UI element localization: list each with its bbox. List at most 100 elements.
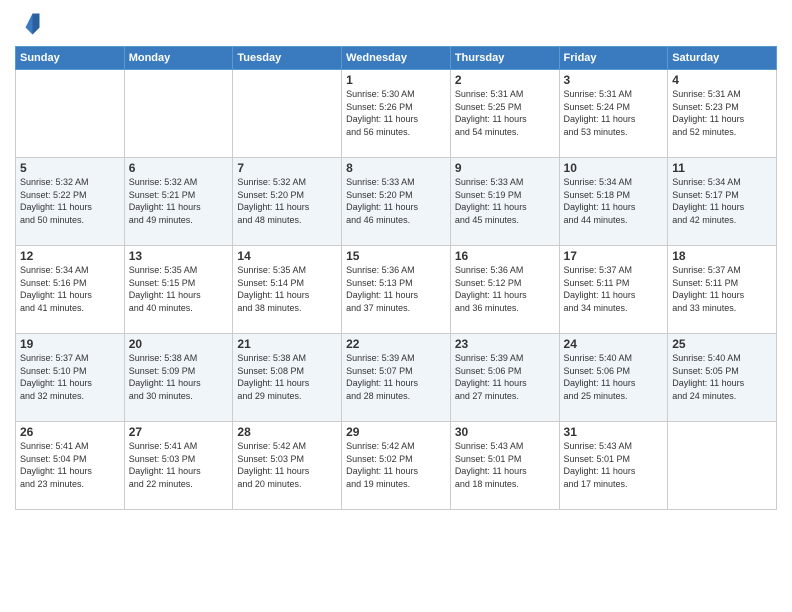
calendar-cell: 14Sunrise: 5:35 AM Sunset: 5:14 PM Dayli… (233, 246, 342, 334)
weekday-header-wednesday: Wednesday (342, 47, 451, 70)
day-number: 15 (346, 249, 446, 263)
day-number: 2 (455, 73, 555, 87)
weekday-header-row: SundayMondayTuesdayWednesdayThursdayFrid… (16, 47, 777, 70)
week-row-2: 5Sunrise: 5:32 AM Sunset: 5:22 PM Daylig… (16, 158, 777, 246)
calendar-cell (233, 70, 342, 158)
calendar-cell: 16Sunrise: 5:36 AM Sunset: 5:12 PM Dayli… (450, 246, 559, 334)
weekday-header-thursday: Thursday (450, 47, 559, 70)
day-info: Sunrise: 5:43 AM Sunset: 5:01 PM Dayligh… (455, 440, 555, 490)
calendar-cell: 22Sunrise: 5:39 AM Sunset: 5:07 PM Dayli… (342, 334, 451, 422)
calendar-cell: 18Sunrise: 5:37 AM Sunset: 5:11 PM Dayli… (668, 246, 777, 334)
calendar-cell: 25Sunrise: 5:40 AM Sunset: 5:05 PM Dayli… (668, 334, 777, 422)
day-info: Sunrise: 5:38 AM Sunset: 5:08 PM Dayligh… (237, 352, 337, 402)
header (15, 10, 777, 38)
calendar-cell: 7Sunrise: 5:32 AM Sunset: 5:20 PM Daylig… (233, 158, 342, 246)
day-number: 18 (672, 249, 772, 263)
day-info: Sunrise: 5:31 AM Sunset: 5:24 PM Dayligh… (564, 88, 664, 138)
day-number: 10 (564, 161, 664, 175)
calendar-cell: 26Sunrise: 5:41 AM Sunset: 5:04 PM Dayli… (16, 422, 125, 510)
weekday-header-saturday: Saturday (668, 47, 777, 70)
day-number: 31 (564, 425, 664, 439)
day-number: 28 (237, 425, 337, 439)
day-info: Sunrise: 5:40 AM Sunset: 5:06 PM Dayligh… (564, 352, 664, 402)
day-info: Sunrise: 5:42 AM Sunset: 5:03 PM Dayligh… (237, 440, 337, 490)
day-number: 19 (20, 337, 120, 351)
day-number: 21 (237, 337, 337, 351)
calendar-cell: 30Sunrise: 5:43 AM Sunset: 5:01 PM Dayli… (450, 422, 559, 510)
calendar-cell: 13Sunrise: 5:35 AM Sunset: 5:15 PM Dayli… (124, 246, 233, 334)
day-number: 25 (672, 337, 772, 351)
day-info: Sunrise: 5:39 AM Sunset: 5:07 PM Dayligh… (346, 352, 446, 402)
day-number: 27 (129, 425, 229, 439)
day-info: Sunrise: 5:42 AM Sunset: 5:02 PM Dayligh… (346, 440, 446, 490)
calendar: SundayMondayTuesdayWednesdayThursdayFrid… (15, 46, 777, 510)
day-number: 14 (237, 249, 337, 263)
day-number: 16 (455, 249, 555, 263)
weekday-header-monday: Monday (124, 47, 233, 70)
day-number: 23 (455, 337, 555, 351)
day-info: Sunrise: 5:36 AM Sunset: 5:12 PM Dayligh… (455, 264, 555, 314)
calendar-cell: 4Sunrise: 5:31 AM Sunset: 5:23 PM Daylig… (668, 70, 777, 158)
calendar-cell: 11Sunrise: 5:34 AM Sunset: 5:17 PM Dayli… (668, 158, 777, 246)
calendar-cell: 3Sunrise: 5:31 AM Sunset: 5:24 PM Daylig… (559, 70, 668, 158)
calendar-cell: 15Sunrise: 5:36 AM Sunset: 5:13 PM Dayli… (342, 246, 451, 334)
day-info: Sunrise: 5:32 AM Sunset: 5:21 PM Dayligh… (129, 176, 229, 226)
calendar-cell: 6Sunrise: 5:32 AM Sunset: 5:21 PM Daylig… (124, 158, 233, 246)
calendar-cell: 5Sunrise: 5:32 AM Sunset: 5:22 PM Daylig… (16, 158, 125, 246)
day-number: 11 (672, 161, 772, 175)
day-info: Sunrise: 5:37 AM Sunset: 5:11 PM Dayligh… (564, 264, 664, 314)
calendar-cell: 19Sunrise: 5:37 AM Sunset: 5:10 PM Dayli… (16, 334, 125, 422)
calendar-cell: 2Sunrise: 5:31 AM Sunset: 5:25 PM Daylig… (450, 70, 559, 158)
day-info: Sunrise: 5:36 AM Sunset: 5:13 PM Dayligh… (346, 264, 446, 314)
calendar-cell: 20Sunrise: 5:38 AM Sunset: 5:09 PM Dayli… (124, 334, 233, 422)
calendar-cell (668, 422, 777, 510)
week-row-3: 12Sunrise: 5:34 AM Sunset: 5:16 PM Dayli… (16, 246, 777, 334)
calendar-cell: 27Sunrise: 5:41 AM Sunset: 5:03 PM Dayli… (124, 422, 233, 510)
day-info: Sunrise: 5:31 AM Sunset: 5:25 PM Dayligh… (455, 88, 555, 138)
day-info: Sunrise: 5:39 AM Sunset: 5:06 PM Dayligh… (455, 352, 555, 402)
day-number: 1 (346, 73, 446, 87)
day-info: Sunrise: 5:32 AM Sunset: 5:22 PM Dayligh… (20, 176, 120, 226)
logo (15, 10, 47, 38)
day-number: 30 (455, 425, 555, 439)
day-info: Sunrise: 5:33 AM Sunset: 5:19 PM Dayligh… (455, 176, 555, 226)
day-info: Sunrise: 5:37 AM Sunset: 5:10 PM Dayligh… (20, 352, 120, 402)
day-info: Sunrise: 5:37 AM Sunset: 5:11 PM Dayligh… (672, 264, 772, 314)
day-number: 5 (20, 161, 120, 175)
day-info: Sunrise: 5:35 AM Sunset: 5:14 PM Dayligh… (237, 264, 337, 314)
week-row-4: 19Sunrise: 5:37 AM Sunset: 5:10 PM Dayli… (16, 334, 777, 422)
day-info: Sunrise: 5:31 AM Sunset: 5:23 PM Dayligh… (672, 88, 772, 138)
weekday-header-sunday: Sunday (16, 47, 125, 70)
day-info: Sunrise: 5:34 AM Sunset: 5:16 PM Dayligh… (20, 264, 120, 314)
logo-icon (15, 10, 43, 38)
day-number: 26 (20, 425, 120, 439)
calendar-cell: 24Sunrise: 5:40 AM Sunset: 5:06 PM Dayli… (559, 334, 668, 422)
calendar-cell: 9Sunrise: 5:33 AM Sunset: 5:19 PM Daylig… (450, 158, 559, 246)
calendar-cell: 8Sunrise: 5:33 AM Sunset: 5:20 PM Daylig… (342, 158, 451, 246)
day-number: 4 (672, 73, 772, 87)
day-info: Sunrise: 5:38 AM Sunset: 5:09 PM Dayligh… (129, 352, 229, 402)
day-number: 8 (346, 161, 446, 175)
calendar-cell: 31Sunrise: 5:43 AM Sunset: 5:01 PM Dayli… (559, 422, 668, 510)
day-number: 22 (346, 337, 446, 351)
day-info: Sunrise: 5:32 AM Sunset: 5:20 PM Dayligh… (237, 176, 337, 226)
day-number: 24 (564, 337, 664, 351)
calendar-cell: 12Sunrise: 5:34 AM Sunset: 5:16 PM Dayli… (16, 246, 125, 334)
day-info: Sunrise: 5:30 AM Sunset: 5:26 PM Dayligh… (346, 88, 446, 138)
day-info: Sunrise: 5:41 AM Sunset: 5:04 PM Dayligh… (20, 440, 120, 490)
calendar-cell: 17Sunrise: 5:37 AM Sunset: 5:11 PM Dayli… (559, 246, 668, 334)
calendar-cell: 1Sunrise: 5:30 AM Sunset: 5:26 PM Daylig… (342, 70, 451, 158)
week-row-1: 1Sunrise: 5:30 AM Sunset: 5:26 PM Daylig… (16, 70, 777, 158)
day-info: Sunrise: 5:33 AM Sunset: 5:20 PM Dayligh… (346, 176, 446, 226)
day-info: Sunrise: 5:40 AM Sunset: 5:05 PM Dayligh… (672, 352, 772, 402)
day-number: 13 (129, 249, 229, 263)
weekday-header-friday: Friday (559, 47, 668, 70)
calendar-cell: 29Sunrise: 5:42 AM Sunset: 5:02 PM Dayli… (342, 422, 451, 510)
day-info: Sunrise: 5:41 AM Sunset: 5:03 PM Dayligh… (129, 440, 229, 490)
day-info: Sunrise: 5:43 AM Sunset: 5:01 PM Dayligh… (564, 440, 664, 490)
calendar-cell: 21Sunrise: 5:38 AM Sunset: 5:08 PM Dayli… (233, 334, 342, 422)
weekday-header-tuesday: Tuesday (233, 47, 342, 70)
day-number: 17 (564, 249, 664, 263)
calendar-cell (16, 70, 125, 158)
day-info: Sunrise: 5:34 AM Sunset: 5:18 PM Dayligh… (564, 176, 664, 226)
